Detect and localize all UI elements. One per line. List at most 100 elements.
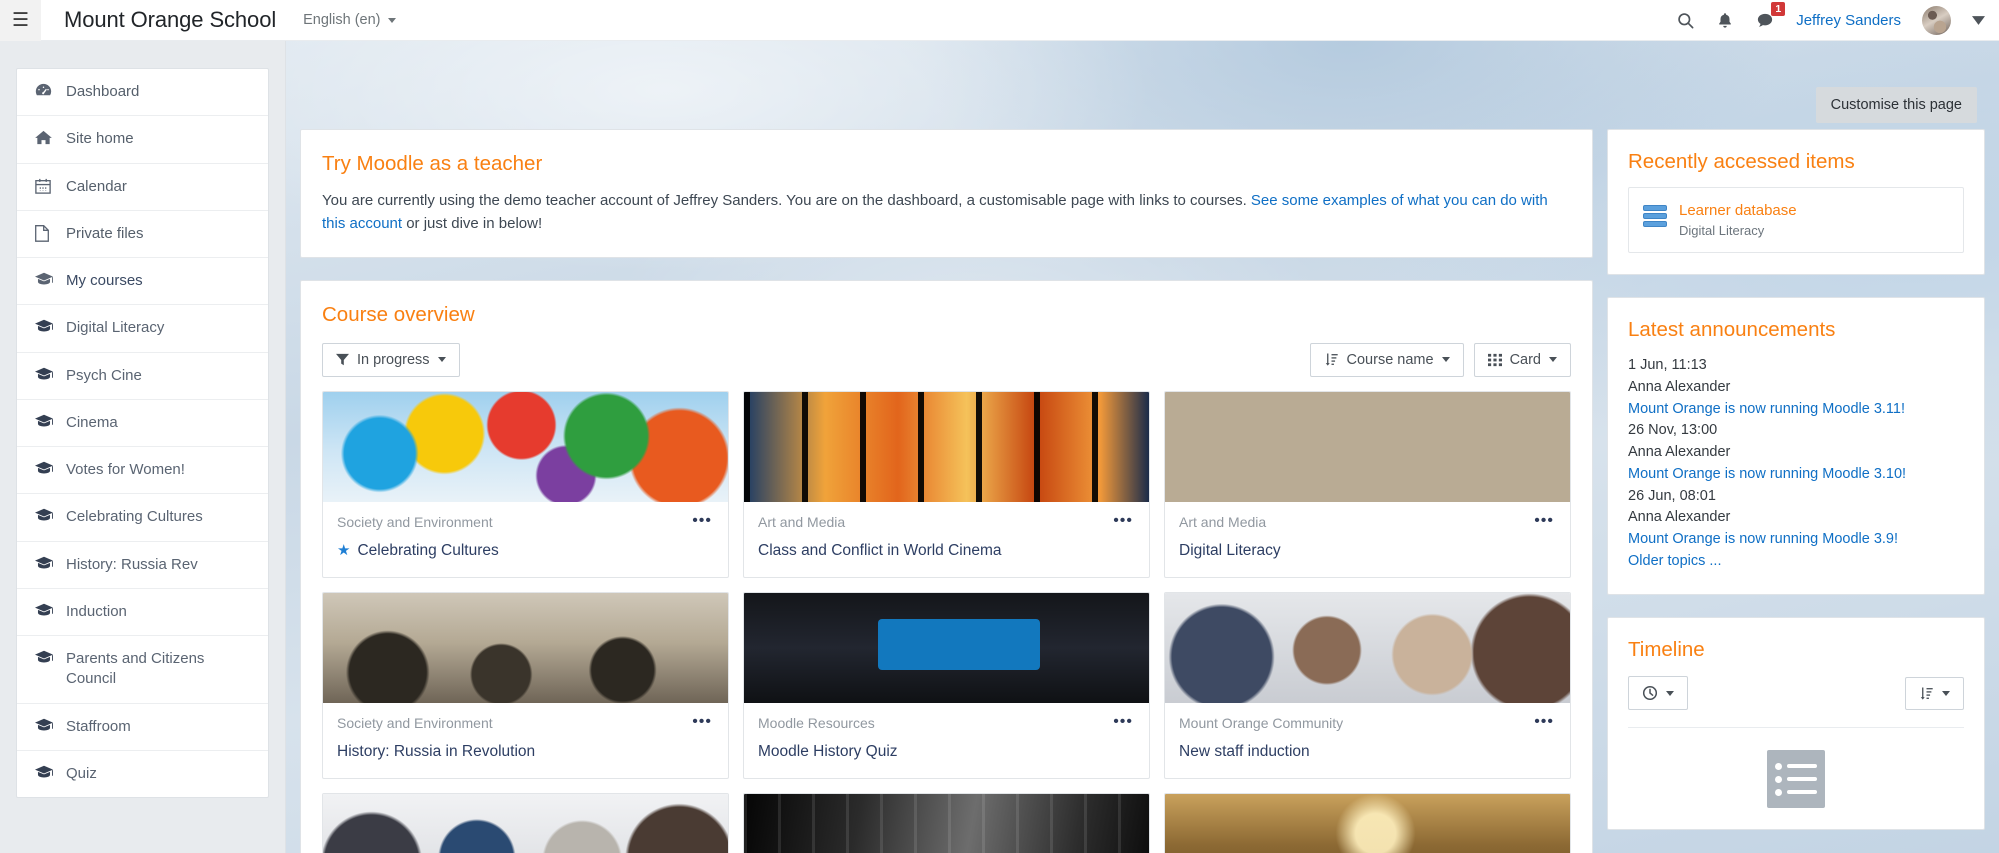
sidebar-item-label: Parents and Citizens Council bbox=[66, 650, 205, 688]
sidebar-item-site-home[interactable]: Site home bbox=[17, 116, 268, 164]
course-card-category: Moodle Resources bbox=[758, 715, 875, 732]
course-card-image bbox=[1165, 391, 1570, 502]
course-card-header: Society and Environment ••• bbox=[337, 713, 714, 733]
course-view-button[interactable]: Card bbox=[1473, 342, 1571, 377]
sidebar-item-quiz[interactable]: Quiz bbox=[17, 751, 268, 797]
course-card-category: Art and Media bbox=[758, 513, 846, 530]
message-count-badge: 1 bbox=[1771, 1, 1786, 16]
nav-drawer-list: Dashboard Site home Calendar Private files M… bbox=[16, 68, 269, 798]
graduation-cap-icon bbox=[35, 319, 55, 333]
announcement-date: 1 Jun, 11:13 bbox=[1628, 357, 1707, 373]
course-card-category: Mount Orange Community bbox=[1179, 715, 1344, 732]
ellipsis-icon[interactable]: ••• bbox=[1107, 512, 1135, 532]
announcement-subject-link[interactable]: Mount Orange is now running Moodle 3.10! bbox=[1628, 464, 1964, 486]
course-card-name[interactable]: History: Russia in Revolution bbox=[337, 742, 714, 762]
course-card-category: Art and Media bbox=[1179, 513, 1267, 530]
announcement-author: Anna Alexander bbox=[1628, 509, 1731, 526]
course-card-image bbox=[1165, 593, 1570, 704]
recently-accessed-item-text: Learner database Digital Literacy bbox=[1679, 202, 1797, 239]
latest-announcements-title: Latest announcements bbox=[1628, 318, 1836, 342]
message-icon[interactable]: 1 bbox=[1755, 1, 1786, 30]
course-card-body: Art and Media ••• Digital Literacy bbox=[1165, 502, 1570, 577]
course-card[interactable]: Art and Media ••• Digital Literacy bbox=[1164, 390, 1571, 579]
sidebar-item-cinema[interactable]: Cinema bbox=[17, 400, 268, 447]
course-card[interactable]: Society and Environment ••• ★ Celebrating C… bbox=[322, 390, 729, 579]
course-card[interactable]: Art and Media ••• Class and Conflict in Wo… bbox=[743, 390, 1150, 579]
ellipsis-icon[interactable]: ••• bbox=[686, 713, 714, 733]
bell-icon[interactable] bbox=[1716, 11, 1734, 30]
ellipsis-icon[interactable]: ••• bbox=[1528, 713, 1556, 733]
sidebar-item-celebrating-cultures[interactable]: Celebrating Cultures bbox=[17, 494, 268, 542]
timeline-block: Timeline bbox=[1607, 616, 1985, 831]
sidebar-item-my-courses[interactable]: My courses bbox=[17, 258, 268, 306]
course-card[interactable] bbox=[743, 793, 1150, 853]
language-selector[interactable]: English (en) bbox=[303, 12, 396, 28]
course-sort-button[interactable]: Course name bbox=[1309, 342, 1464, 377]
ellipsis-icon[interactable]: ••• bbox=[686, 512, 714, 532]
recently-accessed-item-name[interactable]: Learner database bbox=[1679, 202, 1797, 219]
chevron-down-icon bbox=[1549, 357, 1557, 363]
course-card[interactable]: Society and Environment ••• History: Russi… bbox=[322, 592, 729, 780]
sidebar-item-private-files[interactable]: Private files bbox=[17, 211, 268, 258]
course-filter-label: In progress bbox=[357, 351, 430, 368]
chevron-down-icon bbox=[1942, 690, 1950, 696]
course-card-name[interactable]: Digital Literacy bbox=[1179, 541, 1556, 561]
course-card-name-text: Celebrating Cultures bbox=[357, 541, 499, 559]
ellipsis-icon[interactable]: ••• bbox=[1528, 512, 1556, 532]
announcement-subject-link[interactable]: Mount Orange is now running Moodle 3.11! bbox=[1628, 399, 1964, 421]
course-card-body: Mount Orange Community ••• New staff induc… bbox=[1165, 703, 1570, 778]
sidebar-item-staffroom[interactable]: Staffroom bbox=[17, 704, 268, 751]
course-card[interactable]: Mount Orange Community ••• New staff induc… bbox=[1164, 592, 1571, 780]
timeline-date-filter-button[interactable] bbox=[1628, 676, 1688, 711]
course-card-image bbox=[323, 391, 728, 502]
course-card-name[interactable]: ★ Celebrating Cultures bbox=[337, 541, 714, 561]
sidebar-item-dashboard[interactable]: Dashboard bbox=[17, 69, 268, 117]
course-overview-title: Course overview bbox=[322, 303, 475, 327]
customise-this-page-button[interactable]: Customise this page bbox=[1815, 87, 1977, 123]
avatar[interactable] bbox=[1922, 5, 1951, 35]
course-card[interactable] bbox=[322, 793, 729, 853]
chevron-down-icon bbox=[1441, 357, 1450, 363]
course-card-image bbox=[323, 593, 728, 704]
hamburger-menu-button[interactable]: ☰ bbox=[0, 0, 41, 41]
sidebar-item-label: Celebrating Cultures bbox=[66, 508, 203, 526]
announcement-date: 26 Jun, 08:01 bbox=[1628, 487, 1716, 504]
course-card-name-text: Class and Conflict in World Cinema bbox=[758, 541, 1002, 559]
graduation-cap-icon bbox=[35, 765, 55, 779]
ellipsis-icon[interactable]: ••• bbox=[1107, 713, 1135, 733]
sidebar-item-parents-and-citizens-council[interactable]: Parents and Citizens Council bbox=[17, 636, 268, 704]
graduation-cap-icon bbox=[35, 718, 55, 732]
course-card-header: Moodle Resources ••• bbox=[758, 713, 1135, 733]
course-overview-right-controls: Course name Card bbox=[1309, 342, 1571, 377]
site-brand-title[interactable]: Mount Orange School bbox=[64, 7, 276, 33]
user-menu-name[interactable]: Jeffrey Sanders bbox=[1796, 12, 1901, 29]
course-card-name[interactable]: Moodle History Quiz bbox=[758, 742, 1135, 762]
sort-alpha-icon bbox=[1324, 352, 1339, 367]
sidebar-item-history-russia-rev[interactable]: History: Russia Rev bbox=[17, 542, 268, 589]
sidebar-item-digital-literacy[interactable]: Digital Literacy bbox=[17, 305, 268, 353]
course-filter-button[interactable]: In progress bbox=[322, 342, 460, 377]
recently-accessed-title: Recently accessed items bbox=[1628, 150, 1855, 173]
course-card-name[interactable]: New staff induction bbox=[1179, 742, 1556, 762]
nav-drawer: Dashboard Site home Calendar Private files M… bbox=[0, 41, 286, 853]
grid-icon bbox=[1487, 353, 1502, 367]
file-icon bbox=[35, 224, 55, 242]
sidebar-item-calendar[interactable]: Calendar bbox=[17, 164, 268, 211]
sidebar-item-induction[interactable]: Induction bbox=[17, 589, 268, 636]
user-menu-chevron-down-icon[interactable] bbox=[1972, 15, 1985, 25]
course-card[interactable]: Moodle Resources ••• Moodle History Quiz bbox=[743, 592, 1150, 780]
course-card[interactable] bbox=[1164, 793, 1571, 853]
announcement-item: 26 Nov, 13:00 Anna Alexander Mount Orange … bbox=[1628, 420, 1964, 485]
timeline-title: Timeline bbox=[1628, 637, 1705, 661]
announcement-subject-link[interactable]: Mount Orange is now running Moodle 3.9! bbox=[1628, 529, 1964, 551]
course-card-image bbox=[1165, 794, 1570, 853]
sidebar-item-psych-cine[interactable]: Psych Cine bbox=[17, 353, 268, 400]
recently-accessed-item[interactable]: Learner database Digital Literacy bbox=[1628, 186, 1964, 254]
graduation-cap-icon bbox=[35, 367, 55, 381]
course-card-name[interactable]: Class and Conflict in World Cinema bbox=[758, 541, 1135, 561]
announcement-author: Anna Alexander bbox=[1628, 444, 1731, 460]
sidebar-item-votes-for-women[interactable]: Votes for Women! bbox=[17, 447, 268, 495]
search-icon[interactable] bbox=[1676, 11, 1695, 30]
timeline-sort-button[interactable] bbox=[1905, 676, 1964, 710]
older-topics-link[interactable]: Older topics ... bbox=[1628, 551, 1964, 573]
